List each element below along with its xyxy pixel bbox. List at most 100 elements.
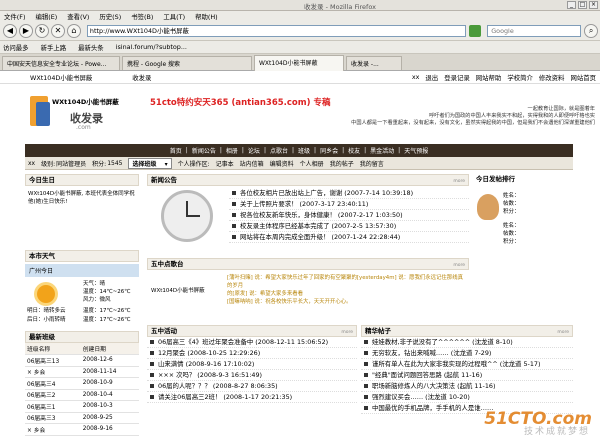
login-record-link[interactable]: 登录记录 xyxy=(444,73,470,82)
tab-item-active[interactable]: WXt104D小能书屏蔽 xyxy=(254,55,344,71)
hot-posts-more-link[interactable]: more xyxy=(557,328,569,338)
news-item[interactable]: 各位校友相片已放出站上广告，谢谢 (2007-7-14 10:39:18) xyxy=(229,188,469,199)
table-row[interactable]: × 乡会 2008-9-16 xyxy=(25,423,139,436)
news-item-text[interactable]: 校友录主体程序已经基本完成了 (2007-2-5 13:57:30) xyxy=(240,222,396,230)
nav-alumni[interactable]: 校友 xyxy=(348,146,360,155)
activity-item-text[interactable]: 山来满情 (2008-9-16 17:10:02) xyxy=(158,360,254,368)
post-item[interactable]: 职场新脑修炼人的八大决策法 (起航 11-16) xyxy=(361,381,573,392)
url-input[interactable]: http://www.WXt104D小能书屏蔽 xyxy=(86,25,467,37)
news-item-text[interactable]: 各位校友相片已放出站上广告，谢谢 (2007-7-14 10:39:18) xyxy=(240,189,413,197)
post-item-text[interactable]: 职场新脑修炼人的八大决策法 (起航 11-16) xyxy=(372,382,495,390)
menu-edit[interactable]: 编辑(E) xyxy=(35,12,57,21)
news-item[interactable]: 网站将在本周内完成全面升级！ (2007-1-24 22:28:44) xyxy=(229,232,469,243)
nav-class[interactable]: 班级 xyxy=(298,146,310,155)
activities-more-link[interactable]: more xyxy=(341,328,353,338)
post-item[interactable]: 无穷软友，钻出来喊喊…… (沈龙道 7-29) xyxy=(361,348,573,359)
news-item-text[interactable]: 网站将在本周内完成全面升级！ (2007-1-24 22:28:44) xyxy=(240,233,400,241)
school-intro-link[interactable]: 学校简介 xyxy=(507,73,533,82)
post-item[interactable]: "经典"面试问题回答思路 (起航 11-16) xyxy=(361,370,573,381)
menu-file[interactable]: 文件(F) xyxy=(4,12,25,21)
news-item[interactable]: 校友录主体程序已经基本完成了 (2007-2-5 13:57:30) xyxy=(229,221,469,232)
post-item-text[interactable]: "经典"面试问题回答思路 (起航 11-16) xyxy=(372,371,482,379)
activity-item[interactable]: 请关注06届高三2班！ (2008-1-17 20:21:35) xyxy=(147,392,357,403)
sub-link[interactable]: 我的留言 xyxy=(360,159,384,168)
sub-link[interactable]: 我的帖子 xyxy=(330,159,354,168)
activity-item[interactable]: 06届高三《4》班过年聚会准备中 (2008-12-11 15:06:52) xyxy=(147,337,357,348)
nav-news[interactable]: 新闻公告 xyxy=(192,146,216,155)
tab-item[interactable]: 收发录 -... xyxy=(346,56,402,70)
post-item-text[interactable]: 谨所有单人在此为大家非我实现的过程哦^^ (沈龙道 5-17) xyxy=(372,360,540,368)
close-window-button[interactable]: × xyxy=(589,1,598,9)
table-row[interactable]: 06届高三3 2008-9-25 xyxy=(25,412,139,424)
table-row[interactable]: 06届高三4 2008-10-9 xyxy=(25,377,139,390)
forward-icon[interactable]: ▶ xyxy=(18,24,33,38)
bookmark-item[interactable]: 新手上路 xyxy=(41,43,67,52)
class-name[interactable]: 06届高三4 xyxy=(25,377,81,390)
activity-item[interactable]: 06届的人呢？？？ (2008-8-27 8:06:35) xyxy=(147,381,357,392)
menu-bookmarks[interactable]: 书签(B) xyxy=(131,12,153,21)
menu-help[interactable]: 帮助(H) xyxy=(195,12,218,21)
sub-link[interactable]: 记事本 xyxy=(216,159,234,168)
activity-item[interactable]: 山来满情 (2008-9-16 17:10:02) xyxy=(147,359,357,370)
edit-profile-link[interactable]: 修改资料 xyxy=(539,73,565,82)
table-row[interactable]: 06届高三1 2008-10-3 xyxy=(25,400,139,413)
class-name[interactable]: 06届高三2 xyxy=(25,389,81,401)
activity-item-text[interactable]: 请关注06届高三2班！ (2008-1-17 20:21:35) xyxy=(158,393,292,401)
post-item-text[interactable]: 强烈建议买会…… (沈龙道 10-20) xyxy=(372,393,470,401)
tab-item[interactable]: 中国安天信息安全专业论坛 - Powe... xyxy=(2,56,120,70)
nav-album[interactable]: 相册 xyxy=(226,146,238,155)
reload-icon[interactable]: ↻ xyxy=(34,24,49,38)
song-more-link[interactable]: more xyxy=(453,261,465,271)
site-logo[interactable]: WXt104D小能书屏蔽 收发录 .com xyxy=(30,90,130,138)
post-item-text[interactable]: 娃娃教材,非子说没有了^^^^^^ (沈龙道 8-10) xyxy=(372,338,513,346)
home-link[interactable]: 网站首页 xyxy=(570,73,596,82)
activity-item[interactable]: 12月聚会 (2008-10-25 12:29:26) xyxy=(147,348,357,359)
menu-history[interactable]: 历史(S) xyxy=(99,12,121,21)
avatar[interactable] xyxy=(477,194,499,220)
nav-hometown[interactable]: 同乡会 xyxy=(320,146,338,155)
class-name[interactable]: 06届高三1 xyxy=(25,400,81,413)
class-name[interactable]: × 乡会 xyxy=(25,423,81,436)
menu-view[interactable]: 查看(V) xyxy=(67,12,89,21)
class-name[interactable]: 06届高三3 xyxy=(25,412,81,424)
bookmark-item[interactable]: isinal.forum/?subtop... xyxy=(116,43,187,51)
table-row[interactable]: 06届高三13 2008-12-6 xyxy=(25,354,139,367)
news-item-text[interactable]: 关于上传照片要求！ (2007-3-17 23:40:11) xyxy=(240,200,368,208)
menu-tools[interactable]: 工具(T) xyxy=(163,12,185,21)
minimize-button[interactable]: _ xyxy=(567,1,576,9)
news-item[interactable]: 祝各位校友新年快乐，身体健康！ (2007-2-17 1:03:50) xyxy=(229,210,469,221)
sub-link[interactable]: 个人相册 xyxy=(300,159,324,168)
logout-link[interactable]: 退出 xyxy=(425,73,438,82)
activity-item-text[interactable]: 12月聚会 (2008-10-25 12:29:26) xyxy=(158,349,260,357)
news-more-link[interactable]: more xyxy=(453,177,465,187)
activity-item-text[interactable]: 06届的人呢？？？ (2008-8-27 8:06:35) xyxy=(158,382,278,390)
maximize-button[interactable]: □ xyxy=(578,1,587,9)
news-item-text[interactable]: 祝各位校友新年快乐，身体健康！ (2007-2-17 1:03:50) xyxy=(240,211,403,219)
sub-link[interactable]: 编辑资料 xyxy=(270,159,294,168)
search-input[interactable]: Google xyxy=(487,25,582,37)
help-link[interactable]: 网站帮助 xyxy=(476,73,502,82)
bookmark-item[interactable]: 最新头条 xyxy=(78,43,104,52)
post-item-text[interactable]: 无穷软友，钻出来喊喊…… (沈龙道 7-29) xyxy=(372,349,491,357)
search-icon[interactable]: ⌕ xyxy=(584,24,599,38)
nav-forum[interactable]: 论坛 xyxy=(248,146,260,155)
nav-activity[interactable]: 黑金活动 xyxy=(370,146,394,155)
nav-song[interactable]: 点歌台 xyxy=(270,146,288,155)
go-button[interactable] xyxy=(469,25,482,37)
class-select[interactable]: 选择班级 ▾ xyxy=(128,157,172,169)
class-name[interactable]: 06届高三13 xyxy=(25,354,81,367)
stop-icon[interactable]: ✕ xyxy=(50,24,65,38)
bookmark-item[interactable]: 访问最多 xyxy=(3,43,29,52)
home-icon[interactable]: ⌂ xyxy=(66,24,81,38)
news-item[interactable]: 关于上传照片要求！ (2007-3-17 23:40:11) xyxy=(229,199,469,210)
post-item[interactable]: 谨所有单人在此为大家非我实现的过程哦^^ (沈龙道 5-17) xyxy=(361,359,573,370)
tab-item[interactable]: 携程 - Google 搜索 xyxy=(122,56,252,70)
activity-item[interactable]: ××× 次吗？ (2008-9-3 16:51:49) xyxy=(147,370,357,381)
table-row[interactable]: 06届高三2 2008-10-4 xyxy=(25,389,139,401)
post-item-text[interactable]: 中国最优的手机品牌，手手机的人是谁…… xyxy=(372,404,493,412)
sub-link[interactable]: 站内信箱 xyxy=(240,159,264,168)
activity-item-text[interactable]: ××× 次吗？ (2008-9-3 16:51:49) xyxy=(158,371,262,379)
activity-item-text[interactable]: 06届高三《4》班过年聚会准备中 (2008-12-11 15:06:52) xyxy=(158,338,328,346)
nav-weather[interactable]: 天气预报 xyxy=(404,146,428,155)
post-item[interactable]: 娃娃教材,非子说没有了^^^^^^ (沈龙道 8-10) xyxy=(361,337,573,348)
